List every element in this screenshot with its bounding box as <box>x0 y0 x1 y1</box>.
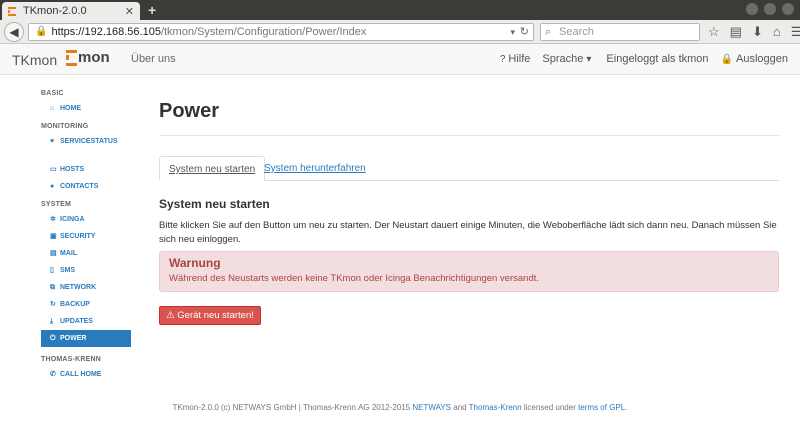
logout-link[interactable]: 🔒 Ausloggen <box>721 53 788 65</box>
sidebar: BASIC ⌂ HOME MONITORING ♥ SERVICESTATUS ▭ H… <box>41 90 131 383</box>
lock-icon: ▣ <box>50 233 57 240</box>
lock-icon: 🔒 <box>720 53 733 65</box>
tkmon-favicon-icon <box>8 6 16 16</box>
download-icon: ⤓ <box>50 318 54 325</box>
logged-in-user: Eingeloggt als tkmon <box>606 53 709 65</box>
logout-label: Ausloggen <box>736 53 788 65</box>
reload-icon[interactable]: ↻ <box>520 24 529 40</box>
lock-icon: 🔒 <box>35 26 48 37</box>
browser-tab[interactable]: TKmon-2.0.0 ✕ <box>2 2 140 20</box>
close-icon[interactable]: ✕ <box>125 5 134 18</box>
sidebar-item-sms[interactable]: ▯ SMS <box>41 262 131 279</box>
alert-title: Warnung <box>169 256 221 270</box>
header-right: ? Hilfe Sprache ▾ Eingeloggt als tkmon 🔒 Au… <box>500 53 800 65</box>
url-bar[interactable]: 🔒 https://192.168.56.105/tkmon/System/Co… <box>28 23 534 41</box>
browser-tabstrip: TKmon-2.0.0 ✕ + <box>0 0 800 20</box>
chevron-down-icon[interactable]: ▾ <box>510 24 515 40</box>
logo-mark-icon <box>66 49 77 66</box>
app-header: TKmon mon Über uns ? Hilfe Sprache ▾ Einge… <box>0 44 800 75</box>
sidebar-section-monitoring: MONITORING <box>41 123 89 130</box>
power-tabs: System neu starten System herunterfahren <box>159 156 779 181</box>
page-title: Power <box>159 100 220 122</box>
user-icon: ● <box>50 183 55 190</box>
language-dropdown[interactable]: Sprache ▾ <box>542 53 594 65</box>
sidebar-item-call-home[interactable]: ✆ CALL HOME <box>41 366 131 383</box>
help-link[interactable]: ? Hilfe <box>500 53 531 65</box>
bookmark-star-icon[interactable]: ☆ <box>708 24 720 40</box>
sidebar-item-hosts[interactable]: ▭ HOSTS <box>41 161 131 178</box>
maximize-button[interactable] <box>764 3 776 15</box>
reading-list-icon[interactable]: ▤ <box>730 24 742 40</box>
sidebar-section-basic: BASIC <box>41 90 64 97</box>
caret-down-icon: ▾ <box>586 53 592 65</box>
sidebar-item-mail[interactable]: ▤ MAIL <box>41 245 131 262</box>
power-icon: ⏻ <box>50 335 56 342</box>
refresh-icon: ↻ <box>50 301 56 308</box>
tab-shutdown[interactable]: System herunterfahren <box>255 156 375 181</box>
brand-text[interactable]: TKmon <box>12 52 57 68</box>
sidebar-item-network[interactable]: ⧉ NETWORK <box>41 279 131 296</box>
new-tab-icon[interactable]: + <box>148 3 156 17</box>
sidebar-item-power[interactable]: ⏻ POWER <box>41 330 131 347</box>
title-divider <box>159 135 779 136</box>
window-controls <box>746 3 794 15</box>
tab-restart[interactable]: System neu starten <box>159 156 266 181</box>
about-link[interactable]: Über uns <box>131 53 176 65</box>
sidebar-item-icinga[interactable]: ✲ ICINGA <box>41 211 131 228</box>
sidebar-item-security[interactable]: ▣ SECURITY <box>41 228 131 245</box>
browser-navbar: ◀ 🔒 https://192.168.56.105/tkmon/System/… <box>0 20 800 44</box>
icinga-icon: ✲ <box>50 216 56 223</box>
restart-button-label: Gerät neu starten! <box>177 310 254 321</box>
inbox-icon: ▤ <box>50 250 57 257</box>
section-heading: System neu starten <box>159 197 270 211</box>
phone-icon: ▯ <box>50 267 54 274</box>
heart-icon: ♥ <box>50 138 55 145</box>
netways-link[interactable]: NETWAYS <box>412 403 451 412</box>
sidebar-item-home[interactable]: ⌂ HOME <box>41 100 131 117</box>
question-icon: ? <box>499 53 506 65</box>
thomas-krenn-link[interactable]: Thomas-Krenn <box>469 403 522 412</box>
menu-icon[interactable]: ☰ <box>791 24 800 40</box>
home-icon: ⌂ <box>50 105 55 112</box>
url-text: https://192.168.56.105/tkmon/System/Conf… <box>51 26 367 38</box>
restart-description: Bitte klicken Sie auf den Button um neu … <box>159 220 777 245</box>
language-label: Sprache <box>542 53 584 65</box>
help-label: Hilfe <box>508 53 531 65</box>
sidebar-item-contacts[interactable]: ● CONTACTS <box>41 178 131 195</box>
gpl-link[interactable]: terms of GPL <box>578 403 625 412</box>
sidebar-item-backup[interactable]: ↻ BACKUP <box>41 296 131 313</box>
search-icon: ⌕ <box>545 26 552 38</box>
search-placeholder: Search <box>559 26 594 38</box>
home-icon[interactable]: ⌂ <box>773 24 781 40</box>
toolbar-icons: ☆ ▤ ⬇ ⌂ ☰ <box>708 24 800 40</box>
download-icon[interactable]: ⬇ <box>752 24 763 40</box>
minimize-button[interactable] <box>746 3 758 15</box>
phone-icon: ✆ <box>50 371 56 378</box>
restart-button[interactable]: ⚠ Gerät neu starten! <box>159 306 261 325</box>
sidebar-item-updates[interactable]: ⤓ UPDATES <box>41 313 131 330</box>
monitor-icon: ▭ <box>50 166 57 173</box>
sidebar-section-system: SYSTEM <box>41 201 71 208</box>
network-icon: ⧉ <box>50 284 55 291</box>
sidebar-item-servicestatus[interactable]: ♥ SERVICESTATUS <box>41 133 131 150</box>
alert-text: Während des Neustarts werden keine TKmon… <box>169 273 540 284</box>
warning-triangle-icon: ⚠ <box>166 310 175 321</box>
back-arrow-icon[interactable]: ◀ <box>4 22 24 42</box>
browser-tab-title: TKmon-2.0.0 <box>23 5 87 17</box>
logo-text: mon <box>78 49 110 66</box>
sidebar-section-thomas-krenn: THOMAS-KRENN <box>41 356 101 363</box>
close-window-button[interactable] <box>782 3 794 15</box>
footer: TKmon-2.0.0 (c) NETWAYS GmbH | Thomas-Kr… <box>172 403 628 412</box>
warning-alert: Warnung Während des Neustarts werden kei… <box>159 251 779 292</box>
search-input[interactable]: ⌕ Search <box>540 23 700 41</box>
tkmon-logo[interactable]: mon <box>66 49 110 66</box>
